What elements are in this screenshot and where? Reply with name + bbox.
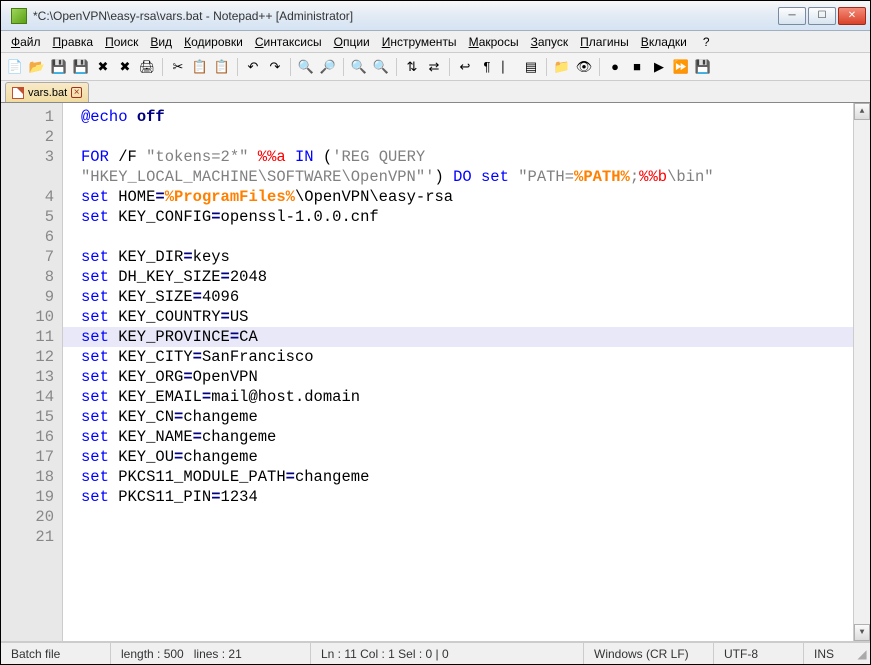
tab-label: vars.bat [28,87,67,99]
code-line-20[interactable]: set PKCS11_PIN=1234 [81,487,853,507]
close-icon[interactable]: ✖ [93,57,113,77]
doc-map-icon[interactable]: ▤ [521,57,541,77]
indent-guide-icon[interactable]: ⎸ [499,57,519,77]
code-area[interactable]: @echo off FOR /F "tokens=2*" %%a IN ('RE… [63,103,853,641]
code-line-19[interactable]: set PKCS11_MODULE_PATH=changeme [81,467,853,487]
status-position: Ln : 11 Col : 1 Sel : 0 | 0 [311,643,584,664]
close-all-icon[interactable]: ✖ [115,57,135,77]
wordwrap-icon[interactable]: ↩ [455,57,475,77]
status-eol: Windows (CR LF) [584,643,714,664]
sync-h-icon[interactable]: ⇄ [424,57,444,77]
menu-item-5[interactable]: Синтаксисы [249,33,328,51]
print-icon[interactable]: 🖨 [137,57,157,77]
code-line-9[interactable]: set DH_KEY_SIZE=2048 [81,267,853,287]
scroll-track[interactable] [854,120,870,624]
menu-item-2[interactable]: Поиск [99,33,144,51]
status-filetype: Batch file [1,643,111,664]
new-file-icon[interactable]: 📄 [5,57,25,77]
code-line-21[interactable] [81,507,853,527]
menu-item-11[interactable]: Вкладки [635,33,693,51]
folder-icon[interactable]: 📁 [552,57,572,77]
code-line-5[interactable]: set HOME=%ProgramFiles%\OpenVPN\easy-rsa [81,187,853,207]
menubar: ФайлПравкаПоискВидКодировкиСинтаксисыОпц… [1,31,870,53]
play-multi-icon[interactable]: ⏩ [671,57,691,77]
replace-icon[interactable]: 🔎 [318,57,338,77]
menu-item-9[interactable]: Запуск [525,33,575,51]
toolbar-separator [290,58,291,76]
menu-item-4[interactable]: Кодировки [178,33,249,51]
open-file-icon[interactable]: 📂 [27,57,47,77]
play-macro-icon[interactable]: ▶ [649,57,669,77]
record-macro-icon[interactable]: ● [605,57,625,77]
menu-item-12[interactable]: ? [697,33,716,51]
save-macro-icon[interactable]: 💾 [693,57,713,77]
toolbar: 📄📂💾💾✖✖🖨✂📋📋↶↷🔍🔎🔍🔍⇅⇄↩¶⎸▤📁👁●■▶⏩💾 [1,53,870,81]
save-icon[interactable]: 💾 [49,57,69,77]
menu-item-6[interactable]: Опции [328,33,376,51]
toolbar-separator [237,58,238,76]
code-line-16[interactable]: set KEY_CN=changeme [81,407,853,427]
monitor-icon[interactable]: 👁 [574,57,594,77]
tabbar: vars.bat × [1,81,870,103]
redo-icon[interactable]: ↷ [265,57,285,77]
stop-macro-icon[interactable]: ■ [627,57,647,77]
menu-item-8[interactable]: Макросы [463,33,525,51]
code-line-8[interactable]: set KEY_DIR=keys [81,247,853,267]
close-button[interactable]: ✕ [838,7,866,25]
file-icon [12,87,24,99]
menu-item-7[interactable]: Инструменты [376,33,463,51]
code-line-17[interactable]: set KEY_NAME=changeme [81,427,853,447]
code-line-3[interactable]: FOR /F "tokens=2*" %%a IN ('REG QUERY "H… [81,147,853,167]
titlebar: *C:\OpenVPN\easy-rsa\vars.bat - Notepad+… [1,1,870,31]
toolbar-separator [449,58,450,76]
tab-close-icon[interactable]: × [71,87,82,98]
code-line-2[interactable] [81,127,853,147]
toolbar-separator [599,58,600,76]
maximize-button[interactable]: ☐ [808,7,836,25]
editor[interactable]: 123 456789101112131415161718192021 @echo… [1,103,870,642]
window-title: *C:\OpenVPN\easy-rsa\vars.bat - Notepad+… [33,9,778,23]
save-all-icon[interactable]: 💾 [71,57,91,77]
zoom-out-icon[interactable]: 🔍 [371,57,391,77]
undo-icon[interactable]: ↶ [243,57,263,77]
copy-icon[interactable]: 📋 [190,57,210,77]
toolbar-separator [546,58,547,76]
sync-v-icon[interactable]: ⇅ [402,57,422,77]
code-line-15[interactable]: set KEY_EMAIL=mail@host.domain [81,387,853,407]
status-mode: INS [804,643,854,664]
scroll-down-icon[interactable]: ▼ [854,624,870,641]
menu-item-3[interactable]: Вид [144,33,178,51]
menu-item-10[interactable]: Плагины [574,33,635,51]
status-length: length : 500 lines : 21 [111,643,311,664]
cut-icon[interactable]: ✂ [168,57,188,77]
scroll-up-icon[interactable]: ▲ [854,103,870,120]
zoom-in-icon[interactable]: 🔍 [349,57,369,77]
vertical-scrollbar[interactable]: ▲ ▼ [853,103,870,641]
menu-item-1[interactable]: Правка [47,33,100,51]
minimize-button[interactable]: ─ [778,7,806,25]
code-line-13[interactable]: set KEY_CITY=SanFrancisco [81,347,853,367]
tab-vars-bat[interactable]: vars.bat × [5,82,89,102]
code-line-7[interactable] [81,227,853,247]
menu-item-0[interactable]: Файл [5,33,47,51]
line-number-gutter: 123 456789101112131415161718192021 [1,103,63,641]
window-controls: ─ ☐ ✕ [778,7,866,25]
toolbar-separator [343,58,344,76]
show-all-icon[interactable]: ¶ [477,57,497,77]
code-line-1[interactable]: @echo off [81,107,853,127]
statusbar: Batch file length : 500 lines : 21 Ln : … [1,642,870,664]
code-line-11[interactable]: set KEY_COUNTRY=US [81,307,853,327]
code-line-18[interactable]: set KEY_OU=changeme [81,447,853,467]
paste-icon[interactable]: 📋 [212,57,232,77]
app-icon [11,8,27,24]
toolbar-separator [396,58,397,76]
find-icon[interactable]: 🔍 [296,57,316,77]
status-encoding: UTF-8 [714,643,804,664]
code-line-10[interactable]: set KEY_SIZE=4096 [81,287,853,307]
toolbar-separator [162,58,163,76]
code-line-14[interactable]: set KEY_ORG=OpenVPN [81,367,853,387]
resize-grip-icon[interactable]: ◢ [854,647,870,661]
code-line-6[interactable]: set KEY_CONFIG=openssl-1.0.0.cnf [81,207,853,227]
